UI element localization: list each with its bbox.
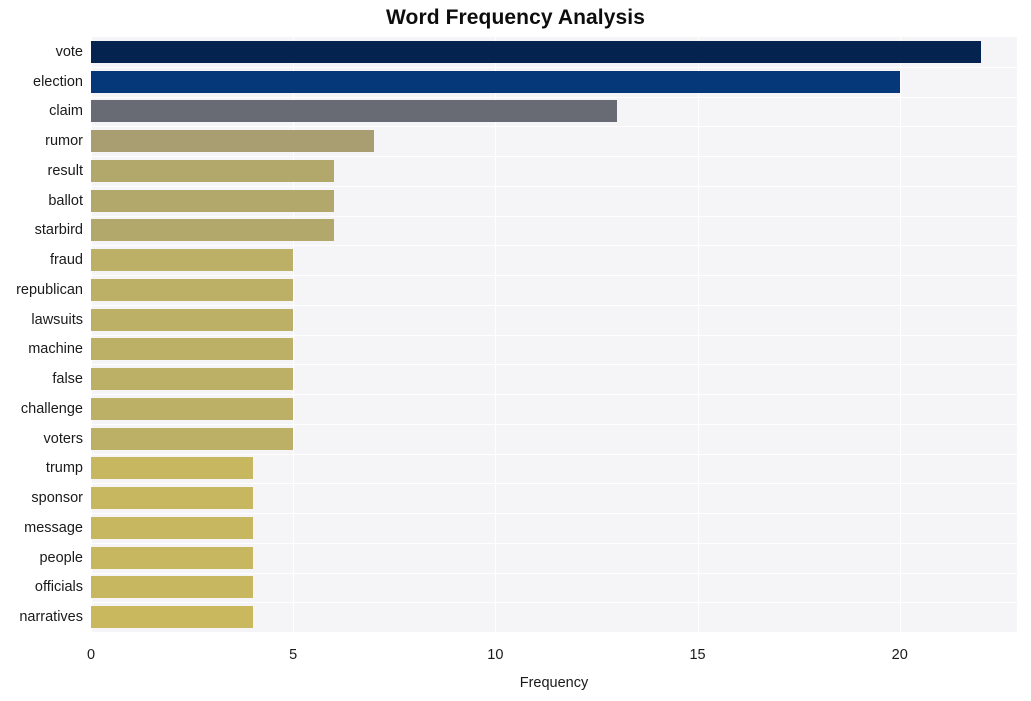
y-tick-label: result (47, 162, 83, 179)
y-tick-label: voters (43, 430, 84, 447)
bar (91, 487, 253, 510)
row-separator (91, 364, 1017, 365)
plot-area (91, 37, 1017, 632)
bar (91, 249, 294, 272)
bar (91, 457, 253, 480)
row-separator (91, 573, 1017, 574)
bar (91, 516, 253, 539)
y-tick-label: claim (49, 103, 83, 120)
y-tick-label: message (24, 519, 83, 536)
y-tick-label: officials (34, 579, 83, 596)
row-separator (91, 305, 1017, 306)
row-separator (91, 245, 1017, 246)
y-tick-label: republican (16, 281, 83, 298)
y-tick-label: starbird (34, 222, 83, 239)
y-tick-label: challenge (20, 400, 83, 417)
y-tick-label: false (52, 371, 83, 388)
bar (91, 189, 334, 212)
x-tick-label: 0 (86, 647, 96, 663)
chart-title: Word Frequency Analysis (385, 6, 646, 29)
row-separator (91, 67, 1017, 68)
row-separator (91, 275, 1017, 276)
y-tick-label: people (39, 549, 83, 566)
x-tick-label: 20 (891, 647, 908, 663)
row-separator (91, 454, 1017, 455)
y-axis-tick-labels: vote election claim rumor result ballot starbi… (0, 37, 83, 632)
row-separator (91, 126, 1017, 127)
y-tick-label: machine (28, 341, 83, 358)
y-tick-label: lawsuits (31, 311, 83, 328)
row-separator (91, 335, 1017, 336)
bar (91, 427, 294, 450)
y-tick-label: sponsor (31, 490, 83, 507)
y-tick-label: election (33, 73, 83, 90)
y-tick-label: rumor (45, 133, 83, 150)
bar (91, 100, 617, 123)
row-separator (91, 602, 1017, 603)
x-axis-title: Frequency (519, 675, 589, 691)
row-separator (91, 513, 1017, 514)
y-tick-label: ballot (48, 192, 83, 209)
bar (91, 130, 375, 153)
x-tick-label: 15 (689, 647, 706, 663)
x-tick-label: 5 (289, 647, 298, 663)
row-separator (91, 186, 1017, 187)
bar (91, 397, 294, 420)
bar (91, 576, 253, 599)
bar (91, 546, 253, 569)
row-separator (91, 543, 1017, 544)
row-separator (91, 156, 1017, 157)
bar (91, 338, 294, 361)
row-separator (91, 483, 1017, 484)
bar (91, 368, 294, 391)
row-separator (91, 216, 1017, 217)
y-tick-label: fraud (49, 252, 83, 269)
bar (91, 219, 334, 242)
bar (91, 40, 981, 63)
y-tick-label: narratives (19, 609, 83, 626)
bar (91, 606, 253, 629)
bar (91, 308, 294, 331)
x-axis-tick-labels: 0 5 10 15 20 (0, 648, 1031, 670)
bar (91, 159, 334, 182)
row-separator (91, 394, 1017, 395)
bar (91, 278, 294, 301)
x-tick-label: 10 (487, 647, 504, 663)
y-tick-label: vote (55, 43, 83, 60)
word-frequency-bar-chart: Word Frequency Analysis vote election clai… (0, 0, 1031, 701)
row-separator (91, 424, 1017, 425)
row-separator (91, 97, 1017, 98)
y-tick-label: trump (45, 460, 83, 477)
bar (91, 70, 900, 93)
